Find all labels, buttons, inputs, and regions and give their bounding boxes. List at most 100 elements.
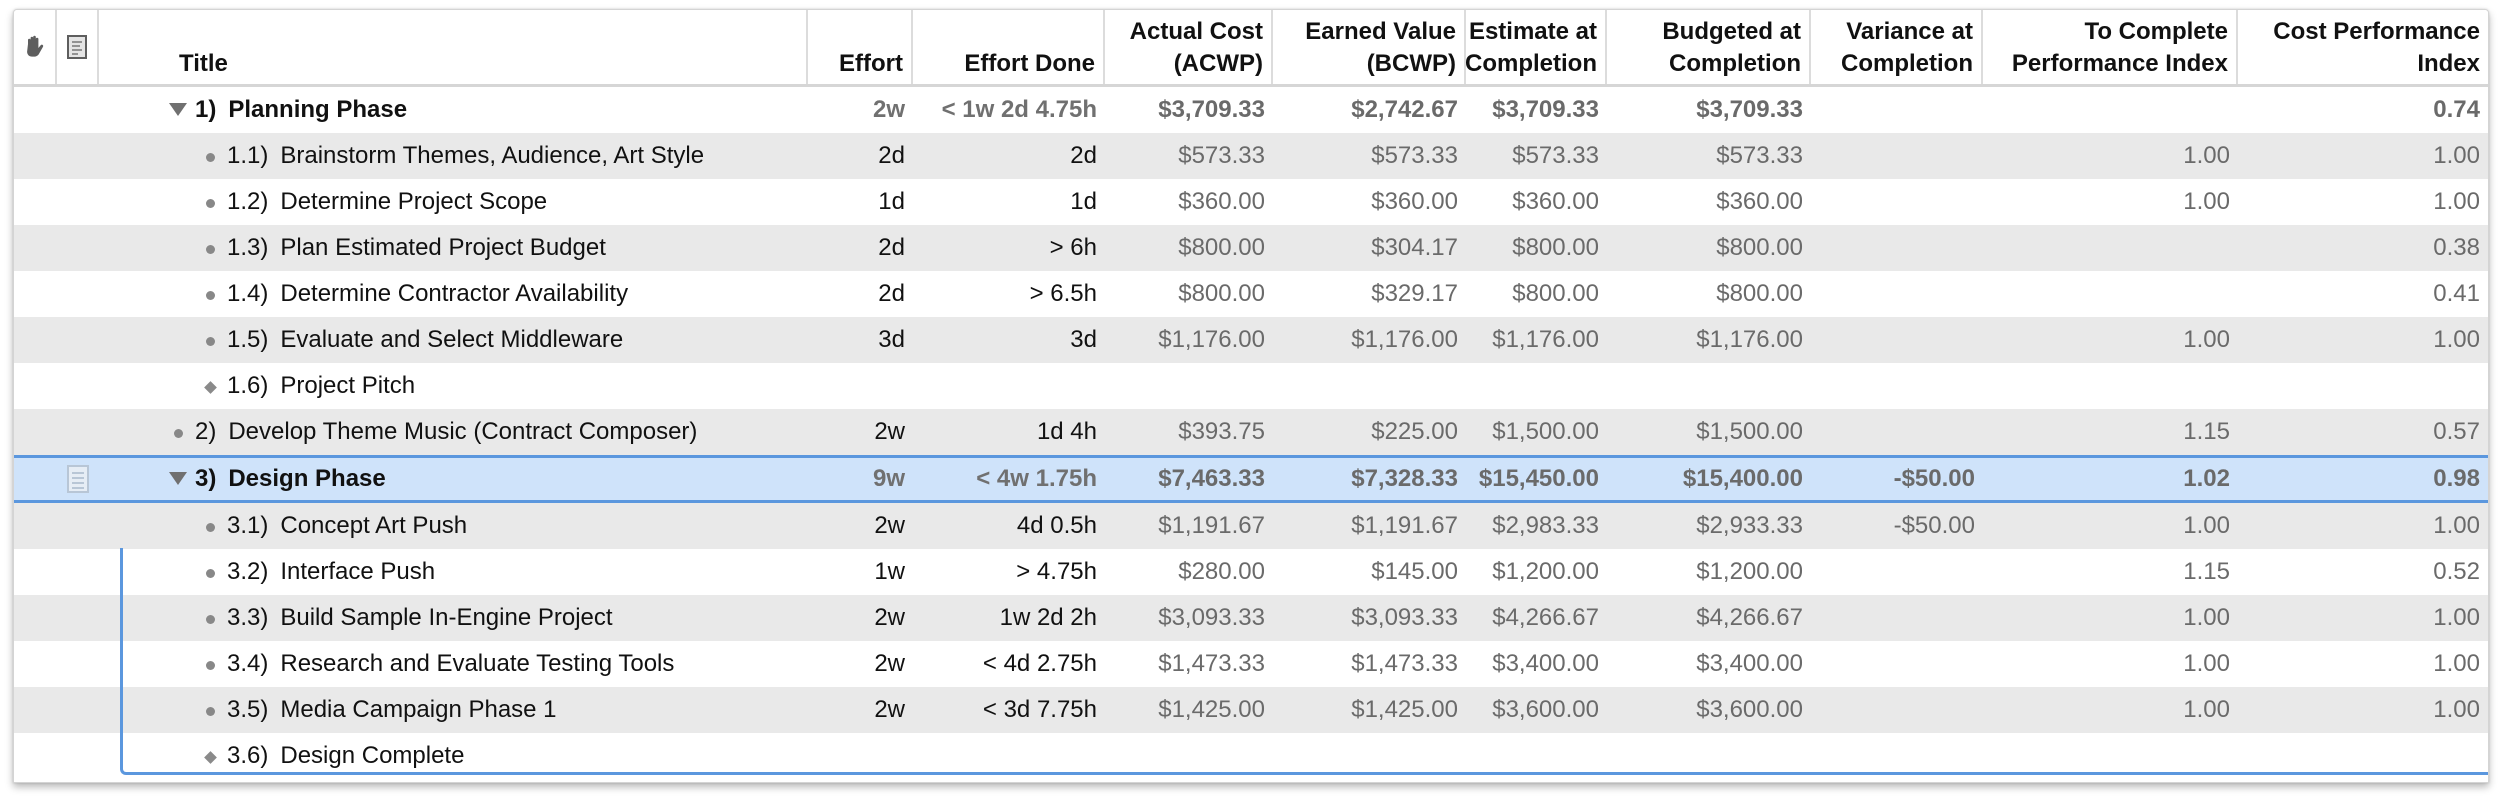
effort-cell[interactable]: 2d <box>808 225 913 271</box>
row-handle-cell[interactable] <box>14 225 57 271</box>
row-note-cell[interactable] <box>57 317 99 363</box>
row-handle-cell[interactable] <box>14 595 57 641</box>
row-note-cell[interactable] <box>57 133 99 179</box>
row-note-cell[interactable] <box>57 225 99 271</box>
outline-task-row[interactable]: 1.2) Determine Project Scope 1d 1d $360.00 $3… <box>14 179 2488 225</box>
row-note-cell[interactable] <box>57 733 99 779</box>
outline-group-row[interactable]: 3) Design Phase 9w < 4w 1.75h $7,463.33 $7,32… <box>14 455 2488 503</box>
column-header-tcpi[interactable]: To Complete Performance Index <box>1983 10 2238 84</box>
effort-cell[interactable]: 2d <box>808 133 913 179</box>
row-handle-cell[interactable] <box>14 317 57 363</box>
effort-done-cell[interactable]: 1w 2d 2h <box>913 595 1105 641</box>
effort-done-cell[interactable]: 2d <box>913 133 1105 179</box>
title-cell[interactable]: 1.1) Brainstorm Themes, Audience, Art Sty… <box>99 133 808 179</box>
title-cell[interactable]: 3.6) Design Complete <box>99 733 808 779</box>
outline-task-row[interactable]: 1.3) Plan Estimated Project Budget 2d > 6h $… <box>14 225 2488 271</box>
task-title[interactable]: Interface Push <box>280 558 435 586</box>
task-title[interactable]: Plan Estimated Project Budget <box>280 234 606 262</box>
disclosure-toggle[interactable] <box>169 469 187 490</box>
row-note-cell[interactable] <box>57 271 99 317</box>
outline-task-row[interactable]: 2) Develop Theme Music (Contract Composer… <box>14 409 2488 455</box>
column-header-title[interactable]: Title <box>99 10 808 84</box>
disclosure-triangle-icon[interactable] <box>169 471 187 485</box>
title-cell[interactable]: 1.4) Determine Contractor Availability <box>99 271 808 317</box>
column-header-bcwp[interactable]: Earned Value (BCWP) <box>1273 10 1466 84</box>
column-header-bac[interactable]: Budgeted at Completion <box>1607 10 1811 84</box>
task-title[interactable]: Evaluate and Select Middleware <box>280 326 623 354</box>
column-header-acwp[interactable]: Actual Cost (ACWP) <box>1105 10 1273 84</box>
effort-done-cell[interactable]: 1d <box>913 179 1105 225</box>
effort-cell[interactable]: 2w <box>808 641 913 687</box>
disclosure-toggle[interactable] <box>169 100 187 121</box>
effort-cell[interactable]: 1d <box>808 179 913 225</box>
effort-cell[interactable]: 3d <box>808 317 913 363</box>
column-header-effort-done[interactable]: Effort Done <box>913 10 1105 84</box>
row-handle-cell[interactable] <box>14 549 57 595</box>
effort-cell[interactable] <box>808 363 913 409</box>
row-handle-cell[interactable] <box>14 409 57 455</box>
title-cell[interactable]: 1.3) Plan Estimated Project Budget <box>99 225 808 271</box>
effort-cell[interactable]: 2d <box>808 271 913 317</box>
note-icon[interactable] <box>67 465 89 493</box>
effort-done-cell[interactable] <box>913 363 1105 409</box>
outline-task-row[interactable]: 1.5) Evaluate and Select Middleware 3d 3d $1… <box>14 317 2488 363</box>
row-note-cell[interactable] <box>57 409 99 455</box>
effort-done-cell[interactable]: 4d 0.5h <box>913 503 1105 549</box>
effort-cell[interactable]: 9w <box>808 458 913 500</box>
row-handle-cell[interactable] <box>14 458 57 500</box>
column-header-notes[interactable] <box>57 10 99 84</box>
effort-cell[interactable]: 2w <box>808 87 913 133</box>
effort-done-cell[interactable]: > 6h <box>913 225 1105 271</box>
task-title[interactable]: Project Pitch <box>280 372 415 400</box>
outline-task-row[interactable]: 3.1) Concept Art Push 2w 4d 0.5h $1,191.67 $1… <box>14 503 2488 549</box>
effort-done-cell[interactable]: < 4d 2.75h <box>913 641 1105 687</box>
task-title[interactable]: Develop Theme Music (Contract Composer) <box>228 418 697 446</box>
effort-done-cell[interactable] <box>913 733 1105 779</box>
title-cell[interactable]: 1.5) Evaluate and Select Middleware <box>99 317 808 363</box>
title-cell[interactable]: 1.2) Determine Project Scope <box>99 179 808 225</box>
task-title[interactable]: Planning Phase <box>228 96 407 124</box>
row-handle-cell[interactable] <box>14 133 57 179</box>
effort-done-cell[interactable]: 3d <box>913 317 1105 363</box>
title-cell[interactable]: 3.3) Build Sample In-Engine Project <box>99 595 808 641</box>
outline-task-row[interactable]: 3.4) Research and Evaluate Testing Tools 2… <box>14 641 2488 687</box>
effort-cell[interactable]: 2w <box>808 409 913 455</box>
row-handle-cell[interactable] <box>14 503 57 549</box>
task-title[interactable]: Concept Art Push <box>280 512 467 540</box>
effort-cell[interactable]: 2w <box>808 503 913 549</box>
task-title[interactable]: Brainstorm Themes, Audience, Art Style <box>280 142 704 170</box>
row-note-cell[interactable] <box>57 458 99 500</box>
title-cell[interactable]: 1.6) Project Pitch <box>99 363 808 409</box>
task-title[interactable]: Media Campaign Phase 1 <box>280 696 556 724</box>
task-title[interactable]: Design Phase <box>228 465 385 493</box>
disclosure-triangle-icon[interactable] <box>169 102 187 116</box>
column-header-effort[interactable]: Effort <box>808 10 913 84</box>
title-cell[interactable]: 1) Planning Phase <box>99 87 808 133</box>
row-note-cell[interactable] <box>57 179 99 225</box>
title-cell[interactable]: 3.2) Interface Push <box>99 549 808 595</box>
row-handle-cell[interactable] <box>14 363 57 409</box>
effort-cell[interactable]: 1w <box>808 549 913 595</box>
outline-group-row[interactable]: 1) Planning Phase 2w < 1w 2d 4.75h $3,709.33… <box>14 87 2488 133</box>
outline-milestone-row[interactable]: 3.6) Design Complete <box>14 733 2488 779</box>
effort-done-cell[interactable]: 1d 4h <box>913 409 1105 455</box>
row-note-cell[interactable] <box>57 363 99 409</box>
task-title[interactable]: Build Sample In-Engine Project <box>280 604 612 632</box>
row-handle-cell[interactable] <box>14 87 57 133</box>
title-cell[interactable]: 2) Develop Theme Music (Contract Composer… <box>99 409 808 455</box>
outline-task-row[interactable]: 3.5) Media Campaign Phase 1 2w < 3d 7.75h $1… <box>14 687 2488 733</box>
row-note-cell[interactable] <box>57 503 99 549</box>
task-title[interactable]: Research and Evaluate Testing Tools <box>280 650 674 678</box>
row-note-cell[interactable] <box>57 641 99 687</box>
task-title[interactable]: Determine Project Scope <box>280 188 547 216</box>
row-note-cell[interactable] <box>57 549 99 595</box>
effort-done-cell[interactable]: < 3d 7.75h <box>913 687 1105 733</box>
task-title[interactable]: Design Complete <box>280 742 464 770</box>
effort-cell[interactable]: 2w <box>808 687 913 733</box>
row-note-cell[interactable] <box>57 687 99 733</box>
row-note-cell[interactable] <box>57 595 99 641</box>
outline-milestone-row[interactable]: 1.6) Project Pitch <box>14 363 2488 409</box>
title-cell[interactable]: 3) Design Phase <box>99 458 808 500</box>
row-handle-cell[interactable] <box>14 687 57 733</box>
effort-done-cell[interactable]: > 6.5h <box>913 271 1105 317</box>
